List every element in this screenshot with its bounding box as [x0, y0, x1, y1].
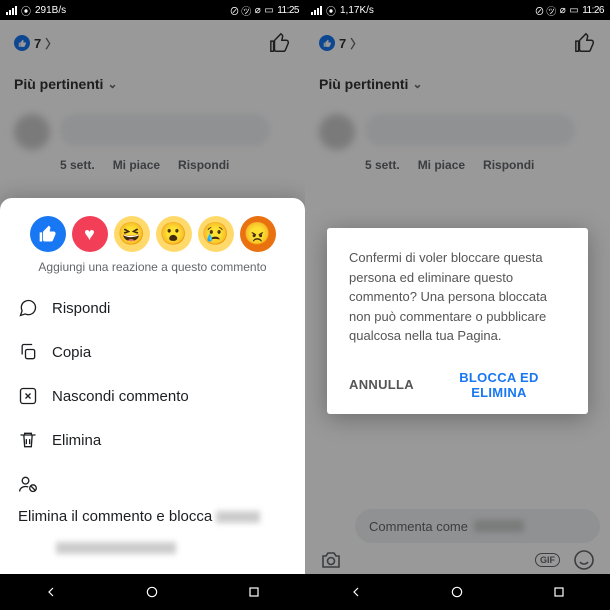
comment-bubble	[60, 114, 270, 146]
gif-button[interactable]: GIF	[535, 553, 560, 567]
like-icon	[14, 35, 30, 51]
silent-icon: ⌀	[560, 5, 566, 16]
nav-home-icon[interactable]	[449, 584, 465, 600]
wifi-icon: ⦿	[326, 3, 336, 18]
copy-icon	[18, 342, 38, 362]
reaction-like[interactable]	[30, 216, 66, 252]
nav-bar	[305, 574, 610, 610]
comment-bubble	[365, 114, 575, 146]
x-box-icon	[18, 386, 38, 406]
like-link[interactable]: Mi piace	[418, 158, 465, 172]
avatar	[14, 114, 50, 150]
sort-selector[interactable]: Più pertinenti ⌄	[319, 76, 596, 92]
phone-right: ⦿ 1,17K/s ⊘ ㋡ ⌀ ▭ 11:26 7 〉 Più pertinen…	[305, 0, 610, 610]
action-delete[interactable]: Elimina	[0, 418, 305, 462]
like-button[interactable]	[574, 32, 596, 54]
nav-back-icon[interactable]	[43, 584, 59, 600]
chevron-down-icon: ⌄	[412, 77, 422, 91]
wifi-icon: ⦿	[21, 3, 31, 18]
chevron-right-icon: 〉	[45, 35, 57, 52]
signal-icon	[311, 6, 322, 15]
dialog-message: Confermi di voler bloccare questa person…	[349, 248, 566, 346]
like-count[interactable]: 7 〉	[14, 35, 57, 52]
emoji-icon[interactable]	[572, 548, 596, 572]
silent-icon: ⌀	[255, 5, 261, 16]
status-bar: ⦿ 1,17K/s ⊘ ㋡ ⌀ ▭ 11:26	[305, 0, 610, 20]
signal-icon	[6, 6, 17, 15]
chat-icon	[18, 298, 38, 318]
reaction-picker: ♥ 😆 😮 😢 😠	[0, 212, 305, 260]
reply-link[interactable]: Rispondi	[483, 158, 534, 172]
person-block-icon	[18, 474, 38, 494]
camera-icon[interactable]	[319, 548, 343, 572]
reaction-angry[interactable]: 😠	[240, 216, 276, 252]
like-button[interactable]	[269, 32, 291, 54]
nav-recent-icon[interactable]	[246, 584, 262, 600]
action-hide[interactable]: Nascondi commento	[0, 374, 305, 418]
action-reply[interactable]: Rispondi	[0, 286, 305, 330]
nav-back-icon[interactable]	[348, 584, 364, 600]
confirm-dialog: Confermi di voler bloccare questa person…	[327, 228, 588, 414]
phone-left: ⦿ 291B/s ⊘ ㋡ ⌀ ▭ 11:25 7 〉 Più pertinent…	[0, 0, 305, 610]
clock: 11:26	[582, 5, 604, 16]
reaction-hint: Aggiungi una reazione a questo commento	[0, 260, 305, 274]
clock: 11:25	[277, 5, 299, 16]
alarm-icon: ⊘ ㋡	[229, 3, 250, 18]
nav-bar	[0, 574, 305, 610]
sort-selector[interactable]: Più pertinenti ⌄	[14, 76, 291, 92]
battery-icon: ▭	[264, 5, 273, 16]
trash-icon	[18, 430, 38, 450]
like-icon	[319, 35, 335, 51]
action-block[interactable]: Elimina il commento e blocca	[0, 462, 305, 568]
avatar	[319, 114, 355, 150]
reaction-love[interactable]: ♥	[72, 216, 108, 252]
chevron-down-icon: ⌄	[107, 77, 117, 91]
like-count[interactable]: 7 〉	[319, 35, 362, 52]
net-speed: 291B/s	[35, 5, 66, 16]
reaction-haha[interactable]: 😆	[114, 216, 150, 252]
like-link[interactable]: Mi piace	[113, 158, 160, 172]
cancel-button[interactable]: ANNULLA	[349, 370, 414, 400]
action-sheet: ♥ 😆 😮 😢 😠 Aggiungi una reazione a questo…	[0, 198, 305, 574]
comment-item[interactable]	[14, 114, 291, 150]
comment-meta: 5 sett. Mi piace Rispondi	[365, 158, 596, 172]
action-copy[interactable]: Copia	[0, 330, 305, 374]
alarm-icon: ⊘ ㋡	[534, 3, 555, 18]
comment-input[interactable]: Commenta come	[355, 509, 600, 543]
net-speed: 1,17K/s	[340, 5, 374, 16]
confirm-button[interactable]: BLOCCA ED ELIMINA	[432, 370, 566, 400]
battery-icon: ▭	[569, 5, 578, 16]
reaction-sad[interactable]: 😢	[198, 216, 234, 252]
status-bar: ⦿ 291B/s ⊘ ㋡ ⌀ ▭ 11:25	[0, 0, 305, 20]
chevron-right-icon: 〉	[350, 35, 362, 52]
comment-item[interactable]	[319, 114, 596, 150]
nav-home-icon[interactable]	[144, 584, 160, 600]
comment-meta: 5 sett. Mi piace Rispondi	[60, 158, 291, 172]
comment-input-bar: Commenta come GIF	[305, 506, 610, 574]
nav-recent-icon[interactable]	[551, 584, 567, 600]
reaction-wow[interactable]: 😮	[156, 216, 192, 252]
reply-link[interactable]: Rispondi	[178, 158, 229, 172]
